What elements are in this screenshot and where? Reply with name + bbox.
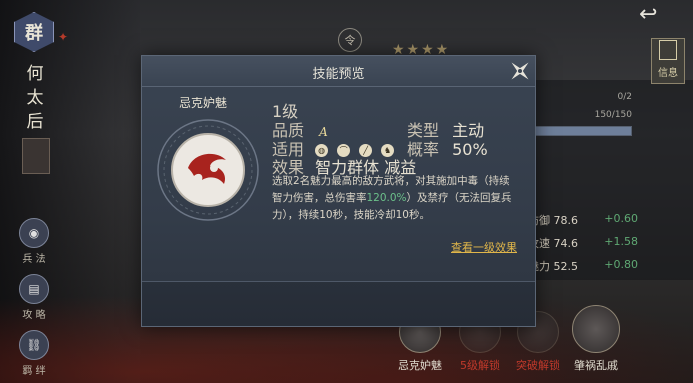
skill-slot-label: 5级解锁 <box>460 359 500 372</box>
view-level1-effect-link[interactable]: 查看一级效果 <box>451 239 517 255</box>
sidebar-item-bingfa[interactable]: ◉ 兵 法 <box>14 218 54 265</box>
sidebar-item-label: 兵 法 <box>22 254 46 265</box>
stat-row: 攻速 74.6 +1.58 <box>528 235 638 258</box>
skill-slot-label: 突破解锁 <box>516 359 560 372</box>
info-button[interactable]: 信息 <box>651 38 685 84</box>
faction-badge: 群 <box>14 12 54 52</box>
skill-description: 选取2名魅力最高的敌方武将，对其施加中毒（持续智力伤害，总伤害率120.0%）及… <box>272 173 520 224</box>
progress-a-text: 0/2 <box>617 92 632 102</box>
modal-title: 技能预览 <box>312 67 365 82</box>
close-icon <box>511 62 529 80</box>
progress-b-bar <box>528 126 632 136</box>
stat-increase: +1.58 <box>604 235 638 248</box>
stats-list: 防御 78.6 +0.60 攻速 74.6 +1.58 魅力 52.5 +0.8… <box>528 212 638 281</box>
skill-emblem-icon <box>154 116 262 224</box>
info-button-label: 信息 <box>658 68 678 79</box>
stat-row: 魅力 52.5 +0.80 <box>528 258 638 281</box>
stat-increase: +0.80 <box>604 258 638 271</box>
stat-value: 78.6 <box>553 214 579 227</box>
faction-label: 群 <box>25 23 43 44</box>
skill-name: 忌克妒魅 <box>179 96 228 110</box>
sidebar-item-label: 羁 绊 <box>22 366 46 377</box>
modal-footer <box>142 281 535 326</box>
skill-slot-label: 忌克妒魅 <box>398 359 442 372</box>
stat-value: 74.6 <box>553 237 579 250</box>
stat-value: 52.5 <box>553 260 579 273</box>
back-button[interactable]: ↩ <box>639 2 675 27</box>
close-button[interactable] <box>503 54 537 88</box>
book-icon: ◉ <box>19 218 49 248</box>
sidebar-item-gonglue[interactable]: ▤ 攻 略 <box>14 274 54 321</box>
probability-value: 50% <box>452 140 488 159</box>
stat-row: 防御 78.6 +0.60 <box>528 212 638 235</box>
scroll-icon: ▤ <box>19 274 49 304</box>
eagle-skill-icon <box>572 305 620 353</box>
sidebar-item-jiban[interactable]: ⛓ 羁 绊 <box>14 330 54 377</box>
order-emblem-icon: 令 <box>338 28 362 52</box>
desc-damage-rate: 120.0% <box>366 192 407 204</box>
hero-tag <box>22 138 50 174</box>
skill-slot-4[interactable]: 肇祸乱戚 <box>568 305 624 373</box>
link-icon: ⛓ <box>19 330 49 360</box>
skill-slot-label: 肇祸乱戚 <box>574 359 618 372</box>
skill-preview-modal: 技能预览 忌克妒魅 1级 品质 A 类型 主动 适用 ◍ ⌒ ╱ ♞ 概率 50… <box>141 55 536 327</box>
sidebar-item-label: 攻 略 <box>22 310 46 321</box>
modal-header: 技能预览 <box>142 56 535 87</box>
progress-b-text: 150/150 <box>594 110 632 120</box>
document-icon <box>659 40 677 60</box>
progress-section: 0/2 150/150 <box>528 92 632 136</box>
maple-leaf-icon: ✦ <box>58 30 69 44</box>
hero-name: 何太后 <box>26 64 44 132</box>
probability-row: 概率 50% <box>407 136 488 160</box>
stat-increase: +0.60 <box>604 212 638 225</box>
